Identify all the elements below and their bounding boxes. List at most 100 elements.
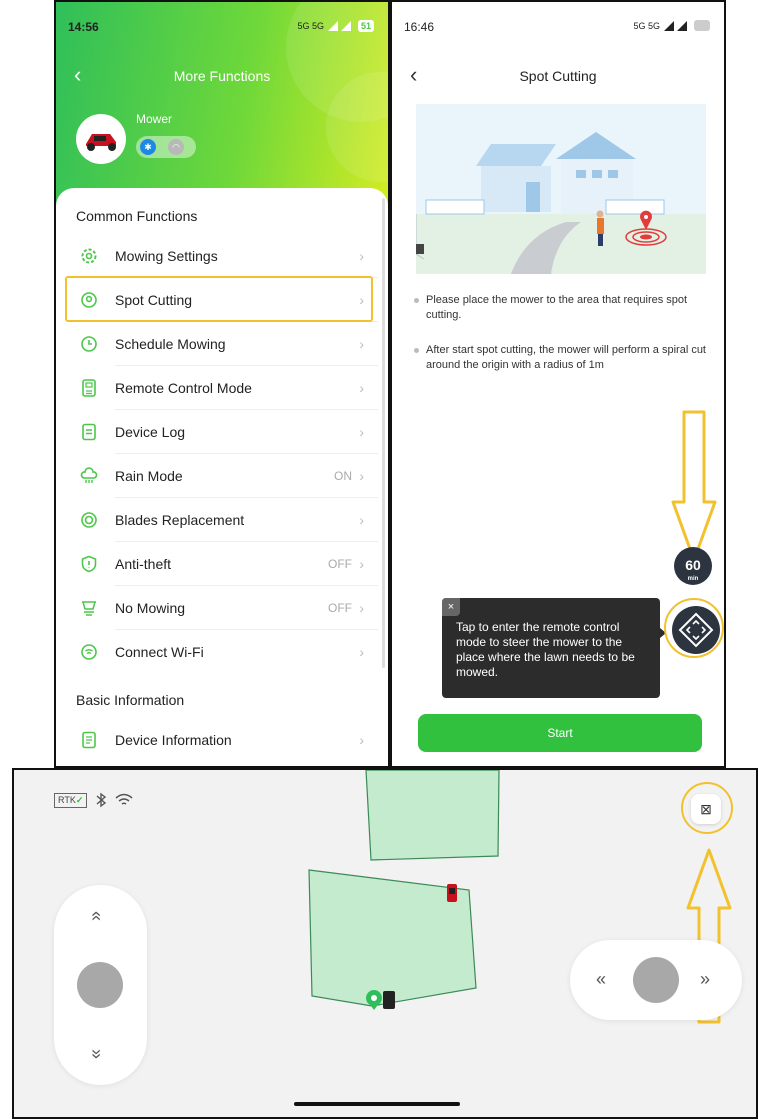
timer-button[interactable]: 60 min — [674, 547, 712, 585]
tooltip-close-button[interactable]: × — [442, 598, 460, 616]
rtk-check-icon: ✓ — [75, 794, 84, 805]
menu-label: Remote Control Mode — [115, 380, 252, 396]
scrollbar[interactable] — [382, 198, 385, 668]
menu-label: Rain Mode — [115, 468, 183, 484]
menu-label: Schedule Mowing — [115, 336, 226, 352]
menu-item-device-information[interactable]: Device Information › — [56, 718, 386, 762]
shield-icon — [81, 555, 97, 573]
location-pin-icon — [366, 990, 382, 1010]
mower-marker-bottom — [383, 991, 395, 1009]
network-label: 5G 5G — [297, 21, 324, 31]
connection-status: ✱ ◠ — [136, 136, 196, 158]
wifi-icon: ◠ — [168, 139, 184, 155]
chevron-right-icon: › — [359, 600, 364, 616]
section-title-basic: Basic Information — [76, 692, 185, 708]
spot-cutting-screen: 16:46 5G 5G ‹ Spot Cutting Please place … — [390, 0, 726, 768]
remote-control-tooltip: × Tap to enter the remote control mode t… — [442, 598, 666, 698]
timer-value: 60 — [685, 557, 701, 573]
menu-item-schedule-mowing[interactable]: Schedule Mowing › — [56, 322, 386, 366]
signal-icon — [664, 20, 687, 31]
connection-status-bar: RTK✓ — [54, 792, 133, 808]
instruction-2: After start spot cutting, the mower will… — [412, 343, 708, 373]
menu-item-rain-mode[interactable]: Rain Mode ON › — [56, 454, 386, 498]
page-title: Spot Cutting — [519, 68, 597, 84]
remote-control-screen: RTK✓ ⊠ « » « » — [12, 768, 758, 1119]
spot-cutting-illustration — [416, 104, 706, 274]
chevron-right-icon: › — [359, 644, 364, 660]
status-icons: 5G 5G 51 — [297, 20, 374, 32]
chevron-right-icon: › — [359, 336, 364, 352]
status-icons: 5G 5G — [633, 20, 710, 31]
yellow-down-arrow — [671, 410, 717, 562]
bluetooth-icon — [96, 792, 107, 808]
menu-label: Mowing Settings — [115, 248, 218, 264]
bluetooth-icon: ✱ — [140, 139, 156, 155]
wifi-icon — [81, 644, 97, 660]
remote-icon — [82, 379, 96, 397]
menu-label: Device Log — [115, 424, 186, 440]
chevron-right-icon: › — [359, 732, 364, 748]
gear-icon — [81, 248, 97, 264]
rtk-badge: RTK✓ — [54, 792, 88, 808]
vertical-joystick-knob[interactable] — [77, 962, 123, 1008]
functions-card: Common Functions Mowing Settings › Spot … — [56, 188, 388, 766]
menu-item-device-log[interactable]: Device Log › — [56, 410, 386, 454]
wifi-icon — [115, 793, 133, 805]
menu-value: OFF — [328, 557, 352, 571]
timer-unit: min — [687, 576, 699, 582]
battery-level — [694, 20, 710, 31]
mower-icon — [86, 134, 116, 151]
no-mowing-icon — [82, 601, 96, 616]
document-icon — [82, 731, 96, 749]
backward-arrow-icon[interactable]: » — [87, 1049, 107, 1059]
clock-icon — [81, 336, 97, 352]
spot-cutting-highlight — [65, 276, 373, 322]
menu-label: No Mowing — [115, 600, 186, 616]
mowing-zone-upper — [365, 770, 500, 861]
blade-icon — [81, 512, 97, 528]
menu-value: OFF — [328, 601, 352, 615]
vertical-joystick[interactable]: « » — [54, 885, 147, 1085]
device-name: Mower — [136, 112, 173, 126]
menu-item-no-mowing[interactable]: No Mowing OFF › — [56, 586, 386, 630]
menu-item-anti-theft[interactable]: Anti-theft OFF › — [56, 542, 386, 586]
chevron-right-icon: › — [359, 248, 364, 264]
left-arrow-icon[interactable]: « — [596, 970, 606, 988]
horizontal-joystick[interactable]: « » — [570, 940, 742, 1020]
remote-control-button[interactable] — [672, 606, 720, 654]
chevron-right-icon: › — [359, 468, 364, 484]
start-button[interactable]: Start — [418, 714, 702, 752]
exit-remote-button[interactable]: ⊠ — [691, 794, 721, 824]
chevron-right-icon: › — [359, 556, 364, 572]
mower-avatar — [76, 114, 126, 164]
horizontal-joystick-knob[interactable] — [633, 957, 679, 1003]
network-label: 5G 5G — [633, 20, 660, 31]
status-time: 14:56 — [68, 20, 99, 34]
menu-item-blades-replacement[interactable]: Blades Replacement › — [56, 498, 386, 542]
more-functions-screen: 14:56 5G 5G 51 ‹ More Functions Mower ✱ … — [54, 0, 390, 768]
menu-value: ON — [334, 469, 352, 483]
menu-label: Anti-theft — [115, 556, 172, 572]
menu-label: Blades Replacement — [115, 512, 245, 528]
signal-icon — [327, 21, 351, 31]
forward-arrow-icon[interactable]: « — [87, 911, 107, 921]
rain-cloud-icon — [80, 467, 98, 483]
log-icon — [82, 423, 96, 441]
menu-item-connect-wifi[interactable]: Connect Wi-Fi › — [56, 630, 386, 674]
menu-item-mowing-settings[interactable]: Mowing Settings › — [56, 234, 386, 278]
right-arrow-icon[interactable]: » — [700, 970, 710, 988]
direction-pad-icon — [678, 612, 714, 648]
status-time: 16:46 — [404, 20, 435, 34]
rtk-label: RTK — [58, 794, 76, 805]
chevron-right-icon: › — [359, 512, 364, 528]
mower-marker-top — [447, 884, 457, 902]
page-title: More Functions — [173, 68, 271, 84]
battery-level: 51 — [357, 20, 374, 32]
home-indicator[interactable] — [294, 1102, 460, 1106]
tooltip-text: Tap to enter the remote control mode to … — [456, 620, 635, 679]
instruction-1: Please place the mower to the area that … — [412, 293, 708, 323]
menu-item-remote-control-mode[interactable]: Remote Control Mode › — [56, 366, 386, 410]
chevron-right-icon: › — [359, 424, 364, 440]
section-title-common: Common Functions — [76, 208, 198, 224]
chevron-right-icon: › — [359, 380, 364, 396]
